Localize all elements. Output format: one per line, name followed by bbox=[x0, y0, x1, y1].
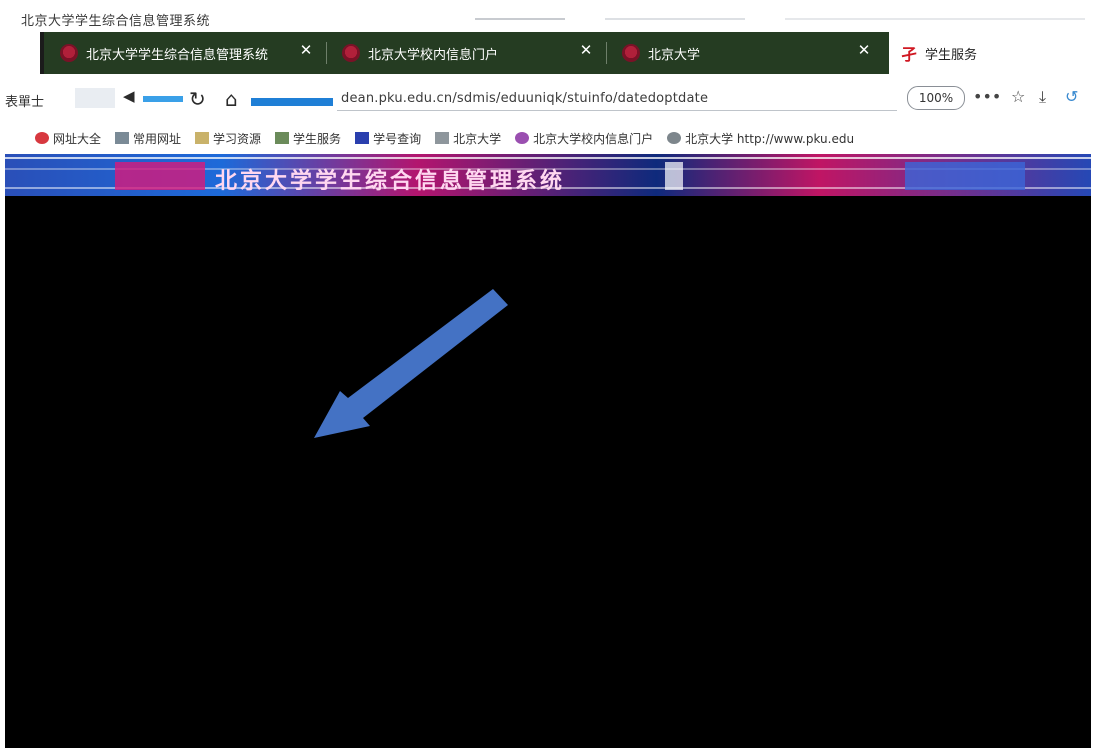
reload-icon[interactable]: ↻ bbox=[189, 87, 206, 111]
banner-glitch-block bbox=[115, 162, 205, 190]
bookmark-item[interactable]: 学习资源 bbox=[195, 130, 261, 147]
tab-pku[interactable]: 北京大学 bbox=[612, 36, 872, 70]
content-area bbox=[5, 196, 1091, 748]
tab-strip: 北京大学学生综合信息管理系统 ✕ 北京大学校内信息门户 ✕ 北京大学 ✕ 孑 学… bbox=[5, 32, 1091, 74]
inactive-tabs-area: 北京大学学生综合信息管理系统 ✕ 北京大学校内信息门户 ✕ 北京大学 ✕ bbox=[40, 32, 891, 74]
tab-label: 北京大学校内信息门户 bbox=[368, 47, 499, 63]
bookmark-item[interactable]: 北京大学 http://www.pku.edu bbox=[667, 130, 854, 147]
bookmark-item[interactable]: 学号查询 bbox=[355, 130, 421, 147]
window-title: 北京大学学生综合信息管理系统 bbox=[21, 14, 211, 29]
frame-edge bbox=[0, 0, 5, 751]
bookmark-label: 北京大学 http://www.pku.edu bbox=[685, 131, 855, 146]
bookmark-label: 学号查询 bbox=[373, 131, 422, 146]
pku-crest-icon bbox=[622, 44, 640, 62]
title-decoration bbox=[785, 18, 1085, 20]
tab-separator bbox=[326, 42, 327, 64]
folder-icon bbox=[195, 132, 210, 144]
browser-screenshot: 北京大学学生综合信息管理系统 北京大学学生综合信息管理系统 ✕ 北京大学校内信息… bbox=[0, 0, 1094, 751]
more-actions-icon[interactable]: ••• bbox=[973, 87, 1001, 106]
bookmark-favicon-icon bbox=[355, 132, 370, 144]
bookmark-item[interactable]: 常用网址 bbox=[115, 130, 181, 147]
globe-icon bbox=[667, 132, 682, 144]
tab-separator bbox=[606, 42, 607, 64]
pku-crest-icon bbox=[342, 44, 360, 62]
zoom-level-badge[interactable]: 100% bbox=[907, 86, 965, 110]
bookmark-favicon-icon bbox=[515, 132, 530, 144]
tab-campus-portal[interactable]: 北京大学校内信息门户 bbox=[332, 36, 602, 70]
folder-icon bbox=[275, 132, 290, 144]
bookmark-item[interactable]: 北京大学校内信息门户 bbox=[515, 130, 653, 147]
bookmark-label: 北京大学 bbox=[453, 131, 502, 146]
sync-icon[interactable]: ↺ bbox=[1065, 87, 1078, 106]
download-icon[interactable]: ⤓ bbox=[1039, 87, 1046, 107]
tab-student-service[interactable]: 孑 学生服务 bbox=[889, 32, 1091, 74]
bookmark-label: 常用网址 bbox=[133, 131, 182, 146]
bookmark-label: 网址大全 bbox=[53, 131, 102, 146]
bookmark-label: 学习资源 bbox=[213, 131, 262, 146]
title-decoration bbox=[605, 18, 745, 20]
banner-stripe bbox=[5, 157, 1091, 159]
tab-student-info-system[interactable]: 北京大学学生综合信息管理系统 bbox=[50, 36, 326, 70]
folder-icon bbox=[115, 132, 130, 144]
folder-icon bbox=[435, 132, 450, 144]
bookmark-item[interactable]: 北京大学 bbox=[435, 130, 501, 147]
student-service-icon: 孑 bbox=[901, 45, 918, 64]
title-decoration bbox=[475, 18, 565, 20]
pku-crest-icon bbox=[60, 44, 78, 62]
tab-close-icon[interactable]: ✕ bbox=[856, 41, 872, 59]
back-icon[interactable]: ◀ bbox=[123, 87, 135, 105]
home-icon[interactable]: ⌂ bbox=[225, 87, 238, 111]
tab-label: 学生服务 bbox=[925, 47, 978, 63]
toolbar-left-label: 表單士 bbox=[5, 95, 45, 110]
navigation-toolbar: 表單士 ◀ ↻ ⌂ dean.pku.edu.cn/sdmis/eduuniqk… bbox=[5, 74, 1091, 122]
tab-close-icon[interactable]: ✕ bbox=[298, 41, 314, 59]
tab-close-icon[interactable]: ✕ bbox=[578, 41, 594, 59]
bookmarks-bar: 网址大全 常用网址 学习资源 学生服务 学号查询 北京大学 北京大学校内信息门户 bbox=[5, 122, 1091, 154]
window-title-bar: 北京大学学生综合信息管理系统 bbox=[5, 0, 1091, 32]
bookmark-favicon-icon bbox=[35, 132, 49, 144]
bookmark-label: 学生服务 bbox=[293, 131, 342, 146]
bookmark-star-icon[interactable]: ☆ bbox=[1011, 87, 1025, 106]
url-underline bbox=[337, 110, 897, 111]
tab-label: 北京大学 bbox=[648, 47, 701, 63]
glitch-block bbox=[251, 98, 333, 106]
banner-title: 北京大学学生综合信息管理系统 bbox=[215, 169, 566, 194]
glitch-block bbox=[75, 88, 115, 108]
tab-label: 北京大学学生综合信息管理系统 bbox=[86, 47, 269, 63]
site-banner: 北京大学学生综合信息管理系统 bbox=[5, 154, 1091, 196]
banner-glitch-block bbox=[905, 162, 1025, 190]
bookmark-item[interactable]: 学生服务 bbox=[275, 130, 341, 147]
banner-glitch-block bbox=[665, 162, 683, 190]
bookmark-label: 北京大学校内信息门户 bbox=[533, 131, 654, 146]
url-input[interactable]: dean.pku.edu.cn/sdmis/eduuniqk/stuinfo/d… bbox=[341, 91, 708, 106]
bookmark-item[interactable]: 网址大全 bbox=[35, 130, 101, 147]
glitch-block bbox=[143, 96, 183, 102]
